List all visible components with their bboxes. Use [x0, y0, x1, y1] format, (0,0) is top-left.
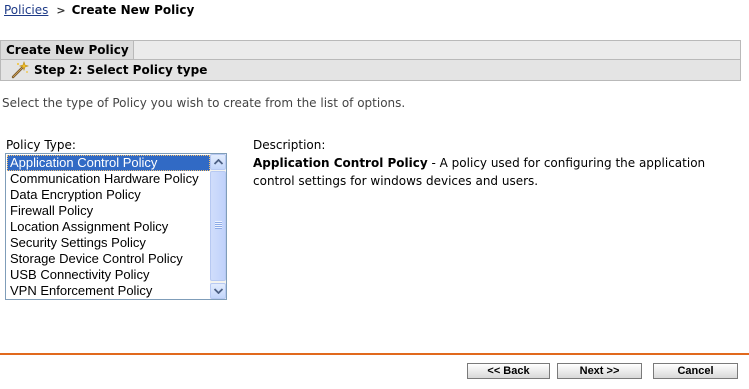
policy-type-options: Application Control Policy Communication … — [7, 155, 210, 299]
policy-type-listbox[interactable]: Application Control Policy Communication … — [5, 153, 227, 300]
policy-option[interactable]: VPN Enforcement Policy — [7, 283, 210, 299]
policy-option[interactable]: Firewall Policy — [7, 203, 210, 219]
policy-option[interactable]: Data Encryption Policy — [7, 187, 210, 203]
wand-icon — [11, 61, 29, 79]
scroll-down-button[interactable] — [210, 283, 226, 299]
breadcrumb: Policies > Create New Policy — [4, 3, 194, 17]
description-policy-name: Application Control Policy — [253, 156, 428, 170]
policy-type-label: Policy Type: — [6, 138, 76, 152]
description-label: Description: — [253, 138, 326, 152]
step-label: Step 2: Select Policy type — [34, 63, 208, 77]
breadcrumb-policies-link[interactable]: Policies — [4, 3, 48, 17]
policy-option[interactable]: Storage Device Control Policy — [7, 251, 210, 267]
breadcrumb-separator: > — [56, 4, 66, 17]
description-text: Application Control Policy - A policy us… — [253, 154, 743, 190]
policy-option[interactable]: Communication Hardware Policy — [7, 171, 210, 187]
back-button[interactable]: << Back — [467, 363, 550, 379]
scroll-thumb[interactable] — [210, 171, 226, 281]
policy-option[interactable]: Location Assignment Policy — [7, 219, 210, 235]
scroll-up-button[interactable] — [210, 154, 226, 170]
instructions-text: Select the type of Policy you wish to cr… — [2, 96, 406, 110]
wizard-tab-spacer — [134, 41, 740, 60]
policy-option[interactable]: Security Settings Policy — [7, 235, 210, 251]
policy-option[interactable]: Application Control Policy — [7, 155, 210, 171]
wizard-step-row: Step 2: Select Policy type — [1, 60, 740, 80]
wizard-header: Create New Policy Step 2: Select Policy … — [0, 40, 741, 81]
wizard-title-tab: Create New Policy — [1, 41, 134, 60]
cancel-button[interactable]: Cancel — [653, 363, 738, 379]
next-button[interactable]: Next >> — [557, 363, 642, 379]
policy-option[interactable]: USB Connectivity Policy — [7, 267, 210, 283]
scroll-grip — [215, 221, 222, 229]
footer-divider — [0, 353, 749, 355]
listbox-scrollbar[interactable] — [210, 154, 226, 299]
breadcrumb-current: Create New Policy — [71, 3, 195, 17]
